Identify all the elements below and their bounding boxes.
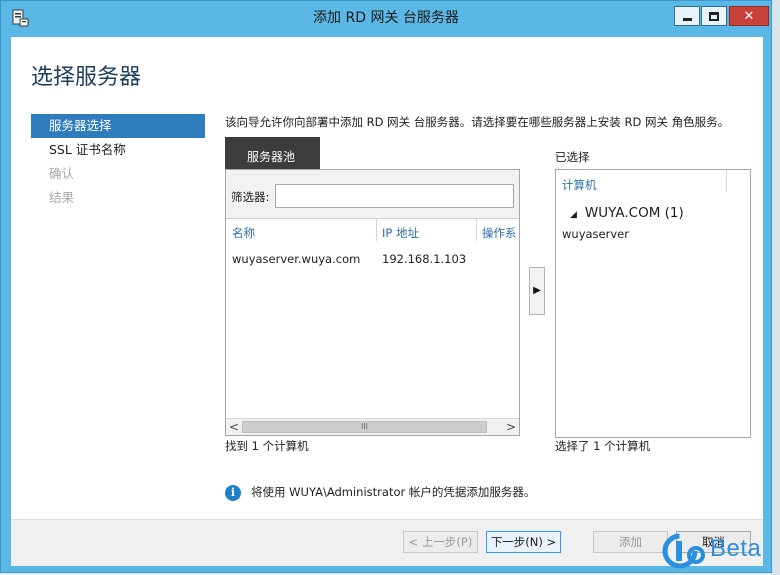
add-button: 添加 bbox=[593, 531, 668, 553]
maximize-button[interactable] bbox=[701, 6, 727, 26]
server-pool-panel: 筛选器: 名称 IP 地址 操作系 wuyaserver.wuya.com 19… bbox=[225, 169, 520, 436]
watermark: Beta bbox=[662, 529, 774, 573]
watermark-text: Beta bbox=[710, 535, 762, 562]
nav-item-ssl-cert-name[interactable]: SSL 证书名称 bbox=[31, 138, 205, 162]
info-icon: i bbox=[225, 484, 241, 501]
column-header-ip[interactable]: IP 地址 bbox=[382, 225, 419, 241]
scroll-thumb[interactable]: III bbox=[242, 421, 487, 433]
close-icon: ✕ bbox=[743, 8, 755, 24]
next-button[interactable]: 下一步(N) > bbox=[486, 531, 561, 553]
scroll-right-icon[interactable]: > bbox=[503, 419, 519, 435]
page-title: 选择服务器 bbox=[31, 65, 142, 90]
filter-row: 筛选器: bbox=[226, 170, 519, 218]
list-item[interactable]: wuyaserver bbox=[562, 227, 629, 241]
window-title: 添加 RD 网关 台服务器 bbox=[313, 10, 459, 26]
title-bar[interactable]: 添加 RD 网关 台服务器 ✕ bbox=[1, 1, 771, 35]
nav-item-server-selection[interactable]: 服务器选择 bbox=[31, 114, 205, 138]
selected-label: 已选择 bbox=[555, 150, 590, 164]
maximize-icon bbox=[709, 11, 719, 21]
wizard-nav: 服务器选择 SSL 证书名称 确认 结果 bbox=[31, 114, 205, 210]
wizard-client-area: 选择服务器 服务器选择 SSL 证书名称 确认 结果 该向导允许你向部署中添加 … bbox=[11, 37, 763, 566]
info-message: i 将使用 WUYA\Administrator 帐户的凭据添加服务器。 bbox=[225, 484, 535, 501]
filter-input[interactable] bbox=[275, 184, 514, 208]
add-to-selected-button[interactable]: ▶ bbox=[529, 267, 545, 315]
scroll-left-icon[interactable]: < bbox=[226, 419, 242, 435]
close-button[interactable]: ✕ bbox=[729, 6, 769, 26]
nav-item-results: 结果 bbox=[49, 190, 75, 205]
server-ip-cell: 192.168.1.103 bbox=[382, 252, 467, 266]
horizontal-scrollbar[interactable]: < III > bbox=[226, 418, 519, 435]
previous-button: < 上一步(P) bbox=[403, 531, 478, 553]
found-count: 找到 1 个计算机 bbox=[225, 439, 309, 453]
collapse-triangle-icon[interactable]: ◢ bbox=[570, 210, 577, 220]
column-header-os[interactable]: 操作系 bbox=[482, 225, 517, 241]
filter-label: 筛选器: bbox=[231, 190, 270, 204]
column-header-name[interactable]: 名称 bbox=[232, 225, 255, 241]
minimize-button[interactable] bbox=[674, 6, 700, 26]
selected-count: 选择了 1 个计算机 bbox=[555, 439, 651, 453]
domain-group[interactable]: ◢ WUYA.COM (1) bbox=[570, 205, 684, 221]
wizard-window: 添加 RD 网关 台服务器 ✕ 选择服务器 服务器选择 SSL 证书名称 确认 … bbox=[0, 0, 772, 573]
domain-group-label: WUYA.COM (1) bbox=[584, 205, 684, 221]
server-name-cell: wuyaserver.wuya.com bbox=[232, 252, 361, 266]
wizard-description: 该向导允许你向部署中添加 RD 网关 台服务器。请选择要在哪些服务器上安装 RD… bbox=[225, 115, 730, 129]
column-divider[interactable] bbox=[476, 219, 477, 241]
column-divider[interactable] bbox=[376, 219, 377, 241]
cnbeta-logo-icon bbox=[662, 533, 705, 569]
selected-panel: 计算机 ◢ WUYA.COM (1) wuyaserver bbox=[555, 169, 751, 438]
column-divider[interactable] bbox=[726, 170, 727, 192]
minimize-icon bbox=[682, 17, 692, 21]
column-header-computer[interactable]: 计算机 bbox=[562, 177, 597, 193]
info-text: 将使用 WUYA\Administrator 帐户的凭据添加服务器。 bbox=[251, 485, 536, 499]
tab-server-pool[interactable]: 服务器池 bbox=[225, 137, 320, 169]
server-list: 名称 IP 地址 操作系 wuyaserver.wuya.com 192.168… bbox=[226, 218, 519, 418]
nav-item-confirmation: 确认 bbox=[49, 166, 75, 181]
